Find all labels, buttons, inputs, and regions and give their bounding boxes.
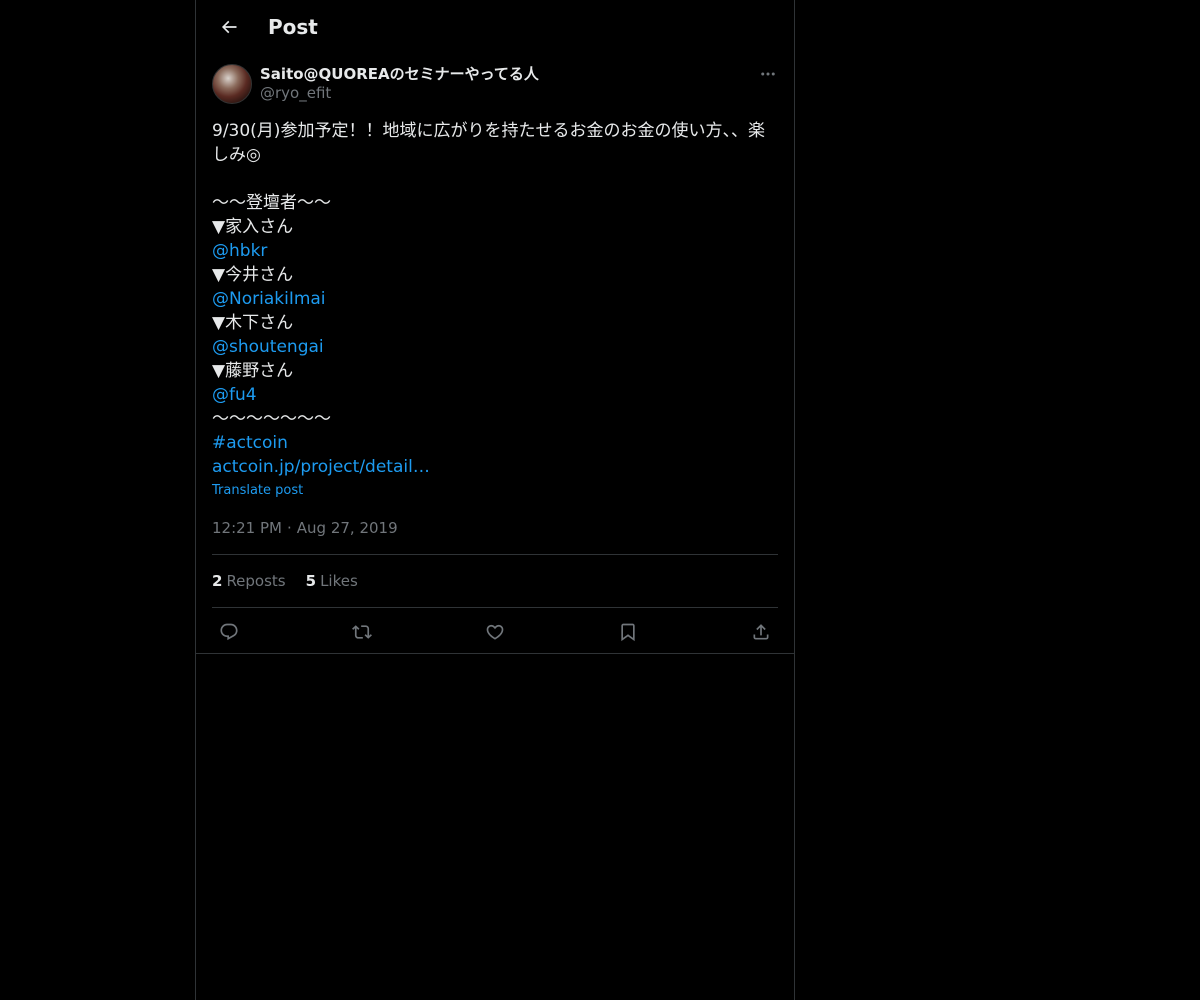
back-button[interactable]: [212, 10, 246, 44]
post-link[interactable]: @shoutengai: [212, 335, 778, 359]
bookmark-icon: [621, 623, 635, 641]
reposts-count: 2: [212, 572, 223, 590]
post-link[interactable]: @hbkr: [212, 239, 778, 263]
likes-count: 5: [305, 572, 317, 590]
arrow-left-icon: [221, 20, 237, 34]
post-stats: 2 Reposts 5 Likes: [212, 555, 778, 608]
translate-post-link[interactable]: Translate post: [212, 482, 303, 500]
post-meta: 12:21 PM · Aug 27, 2019: [212, 518, 778, 555]
post-text-line: ▼木下さん: [212, 313, 294, 333]
page-title: Post: [268, 15, 318, 39]
reply-button[interactable]: [218, 621, 240, 643]
like-icon: [486, 624, 504, 640]
post-link[interactable]: @NoriakiImai: [212, 287, 778, 311]
bookmark-button[interactable]: [617, 621, 639, 643]
author-row: Saito@QUOREAのセミナーやってる人 @ryo_efit: [212, 64, 778, 104]
post-text-line: [212, 167, 778, 191]
meta-separator: ·: [286, 519, 292, 537]
more-icon: [761, 72, 775, 76]
post-text-line: ▼藤野さん: [212, 361, 294, 381]
share-button[interactable]: [750, 621, 772, 643]
post: Saito@QUOREAのセミナーやってる人 @ryo_efit 9/30(月)…: [196, 64, 794, 655]
reposts-stat[interactable]: 2 Reposts: [212, 571, 286, 591]
avatar[interactable]: [212, 64, 252, 104]
author-display-name[interactable]: Saito@QUOREAのセミナーやってる人: [260, 65, 539, 83]
action-bar: [212, 608, 778, 655]
post-text: 9/30(月)参加予定！！地域に広がりを持たせるお金のお金の使い方、、楽 しみ◎ 〜…: [212, 119, 778, 479]
post-text-line: ▼家入さん: [212, 217, 294, 237]
author-handle[interactable]: @ryo_efit: [260, 83, 539, 103]
reply-icon: [220, 623, 238, 640]
post-time[interactable]: 12:21 PM: [212, 519, 282, 537]
post-link[interactable]: actcoin.jp/project/detail…: [212, 455, 778, 479]
more-options-button[interactable]: [758, 64, 778, 84]
like-button[interactable]: [484, 621, 506, 643]
post-date[interactable]: Aug 27, 2019: [297, 519, 398, 537]
bottom-divider: [196, 653, 794, 654]
post-text-line: しみ◎: [212, 145, 261, 165]
likes-stat[interactable]: 5 Likes: [306, 571, 358, 591]
post-text-line: 9/30(月)参加予定！！地域に広がりを持たせるお金のお金の使い方、、楽: [212, 121, 765, 141]
post-column: Post Saito@QUOREAのセミナーやってる人 @ryo_efit 9/…: [195, 0, 795, 1000]
likes-label: Likes: [320, 572, 358, 590]
post-text-line: ▼今井さん: [212, 265, 294, 285]
repost-icon: [352, 624, 372, 639]
share-icon: [753, 623, 769, 639]
reposts-label: Reposts: [226, 572, 286, 590]
post-link[interactable]: #actcoin: [212, 431, 778, 455]
post-link[interactable]: @fu4: [212, 383, 778, 407]
top-bar: Post: [196, 0, 794, 54]
author-names: Saito@QUOREAのセミナーやってる人 @ryo_efit: [260, 65, 539, 103]
post-text-line: 〜〜登壇者〜〜: [212, 193, 331, 213]
post-text-line: 〜〜〜〜〜〜〜: [212, 409, 331, 429]
repost-button[interactable]: [351, 621, 373, 643]
